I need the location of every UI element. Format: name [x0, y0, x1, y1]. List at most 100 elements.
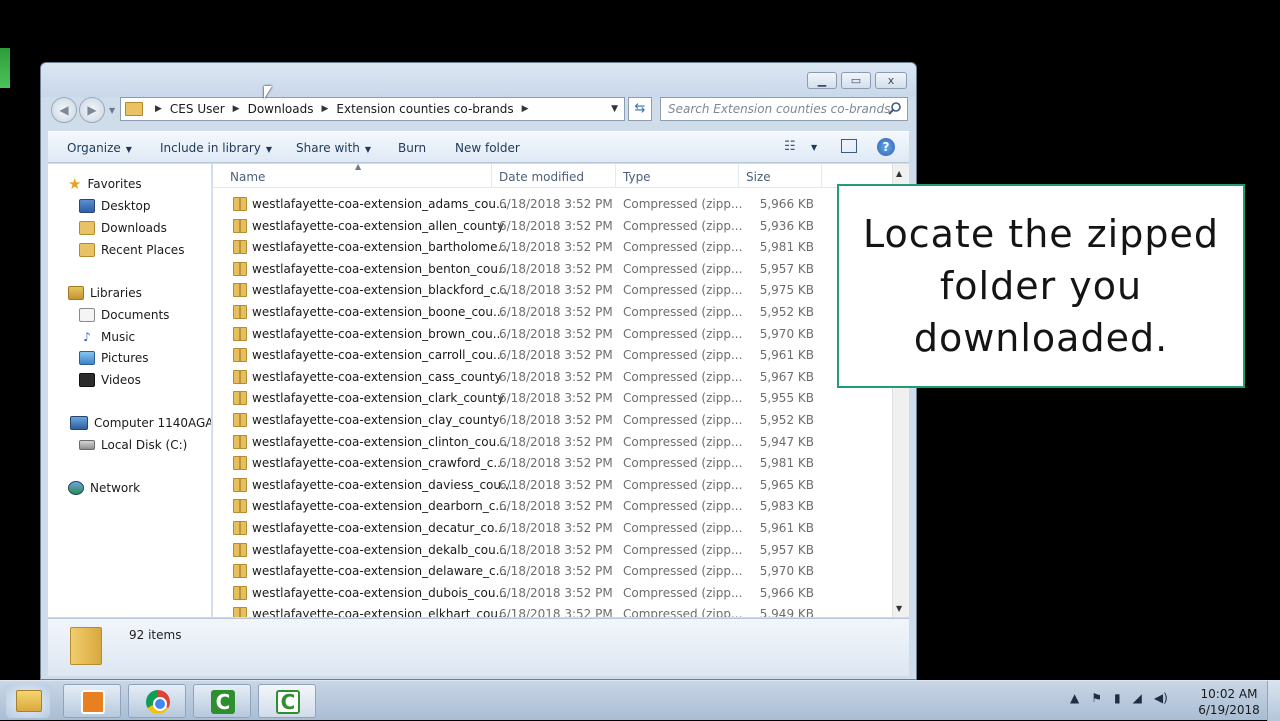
column-divider[interactable]: [615, 164, 616, 188]
column-header-name[interactable]: Name: [230, 170, 265, 184]
zip-folder-icon: [233, 326, 247, 341]
maximize-button[interactable]: ▭: [841, 72, 871, 89]
forward-button[interactable]: ▶: [79, 97, 105, 123]
taskbar-chrome[interactable]: [128, 684, 186, 718]
file-row[interactable]: westlafayette-coa-extension_delaware_c..…: [213, 560, 893, 582]
taskbar-media-player[interactable]: [63, 684, 121, 718]
file-row[interactable]: westlafayette-coa-extension_adams_cou...…: [213, 193, 893, 215]
file-row[interactable]: westlafayette-coa-extension_boone_cou...…: [213, 301, 893, 323]
taskbar-camtasia-recorder[interactable]: C: [258, 684, 316, 718]
volume-icon[interactable]: ◀): [1154, 691, 1168, 705]
address-bar[interactable]: ▶ CES User ▶ Downloads ▶ Extension count…: [120, 97, 625, 121]
file-list: ▲ Name Date modified Type Size westlafay…: [213, 164, 909, 617]
clock[interactable]: 10:02 AM 6/19/2018: [1193, 686, 1265, 718]
file-row[interactable]: westlafayette-coa-extension_clark_county…: [213, 387, 893, 409]
nav-desktop[interactable]: Desktop: [79, 199, 151, 213]
file-name: westlafayette-coa-extension_daviess_cou.…: [252, 477, 513, 492]
close-button[interactable]: x: [875, 72, 907, 89]
column-divider[interactable]: [738, 164, 739, 188]
wifi-signal-icon[interactable]: ◢: [1133, 691, 1142, 705]
share-with-menu[interactable]: Share with ▼: [296, 141, 371, 155]
column-header-type[interactable]: Type: [623, 170, 651, 184]
file-row[interactable]: westlafayette-coa-extension_dubois_cou..…: [213, 582, 893, 604]
breadcrumb-current-folder[interactable]: Extension counties co-brands: [336, 102, 513, 116]
chevron-right-icon[interactable]: ▶: [233, 104, 240, 114]
caret-down-icon: ▼: [125, 145, 132, 154]
file-size: 5,957 KB: [759, 261, 814, 276]
column-divider[interactable]: [491, 164, 492, 188]
file-row[interactable]: westlafayette-coa-extension_carroll_cou.…: [213, 344, 893, 366]
file-date-modified: 6/18/2018 3:52 PM: [499, 218, 613, 233]
nav-downloads[interactable]: Downloads: [79, 221, 167, 235]
file-row[interactable]: westlafayette-coa-extension_clay_county 6…: [213, 409, 893, 431]
nav-favorites[interactable]: ★ Favorites: [68, 177, 142, 192]
nav-documents[interactable]: Documents: [79, 308, 169, 322]
scroll-down-arrow-icon[interactable]: ▼: [896, 604, 902, 613]
nav-local-disk[interactable]: Local Disk (C:): [79, 438, 187, 452]
chevron-right-icon[interactable]: ▶: [322, 104, 329, 114]
file-size: 5,981 KB: [759, 240, 814, 255]
file-row[interactable]: westlafayette-coa-extension_bartholome..…: [213, 236, 893, 258]
taskbar-camtasia-studio[interactable]: C: [193, 684, 251, 718]
file-row[interactable]: westlafayette-coa-extension_benton_cou..…: [213, 258, 893, 280]
file-row[interactable]: westlafayette-coa-extension_blackford_c.…: [213, 279, 893, 301]
address-dropdown-icon[interactable]: ▼: [611, 104, 618, 114]
breadcrumb-downloads[interactable]: Downloads: [248, 102, 314, 116]
minimize-button[interactable]: ▁: [807, 72, 837, 89]
nav-music[interactable]: ♪ Music: [79, 330, 135, 344]
file-size: 5,961 KB: [759, 521, 814, 535]
file-row[interactable]: westlafayette-coa-extension_decatur_co..…: [213, 517, 893, 539]
help-icon[interactable]: ?: [877, 138, 895, 156]
chevron-right-icon[interactable]: ▶: [522, 104, 529, 114]
file-row[interactable]: westlafayette-coa-extension_clinton_cou.…: [213, 431, 893, 453]
show-desktop-button[interactable]: [1267, 681, 1280, 721]
network-icon: [68, 481, 84, 495]
nav-network[interactable]: Network: [68, 481, 140, 495]
file-row[interactable]: westlafayette-coa-extension_daviess_cou.…: [213, 474, 893, 496]
action-center-flag-icon[interactable]: ⚑: [1091, 691, 1102, 705]
refresh-button[interactable]: ⇆: [628, 97, 652, 121]
column-header-row: ▲ Name Date modified Type Size: [213, 164, 893, 188]
file-row[interactable]: westlafayette-coa-extension_dearborn_c..…: [213, 495, 893, 517]
desktop-icon-partial[interactable]: [0, 48, 10, 88]
file-name: westlafayette-coa-extension_adams_cou...: [252, 197, 508, 211]
nav-libraries[interactable]: Libraries: [68, 286, 142, 300]
battery-icon[interactable]: ▮: [1114, 691, 1121, 705]
file-type: Compressed (zipp...: [623, 456, 743, 471]
search-icon[interactable]: [888, 101, 902, 115]
new-folder-button[interactable]: New folder: [455, 141, 520, 155]
file-row[interactable]: westlafayette-coa-extension_brown_cou...…: [213, 323, 893, 345]
column-divider[interactable]: [821, 164, 822, 188]
file-size: 5,966 KB: [759, 585, 814, 600]
preview-pane-icon[interactable]: [841, 139, 857, 153]
column-header-date-modified[interactable]: Date modified: [499, 170, 584, 184]
file-row[interactable]: westlafayette-coa-extension_crawford_c..…: [213, 452, 893, 474]
file-row[interactable]: westlafayette-coa-extension_dekalb_cou..…: [213, 539, 893, 561]
file-date-modified: 6/18/2018 3:52 PM: [499, 564, 613, 579]
scroll-up-arrow-icon[interactable]: ▲: [896, 169, 902, 178]
file-row[interactable]: westlafayette-coa-extension_cass_county 6…: [213, 366, 893, 388]
organize-label: Organize: [67, 141, 121, 155]
title-bar[interactable]: ▁ ▭ x: [41, 63, 916, 97]
nav-pictures[interactable]: Pictures: [79, 351, 149, 365]
recent-pages-dropdown[interactable]: ▼: [109, 106, 115, 115]
column-header-size[interactable]: Size: [746, 170, 771, 184]
burn-button[interactable]: Burn: [398, 141, 426, 155]
change-view-icon[interactable]: ☷: [784, 139, 796, 154]
nav-videos[interactable]: Videos: [79, 373, 141, 387]
show-hidden-icons-icon[interactable]: ▲: [1070, 691, 1079, 705]
start-button[interactable]: [6, 684, 50, 718]
breadcrumb-ces-user[interactable]: CES User: [170, 102, 225, 116]
file-size: 5,947 KB: [759, 434, 814, 449]
back-button[interactable]: ◀: [51, 97, 77, 123]
file-row[interactable]: westlafayette-coa-extension_elkhart_cou.…: [213, 603, 893, 617]
include-in-library-menu[interactable]: Include in library ▼: [160, 141, 272, 155]
view-options-dropdown[interactable]: ▼: [811, 143, 817, 152]
organize-menu[interactable]: Organize ▼: [67, 141, 132, 155]
file-type: Compressed (zipp...: [623, 477, 743, 492]
nav-computer[interactable]: Computer 1140AGAD: [70, 416, 211, 430]
search-input[interactable]: Search Extension counties co-brands: [660, 97, 908, 121]
file-row[interactable]: westlafayette-coa-extension_allen_county…: [213, 215, 893, 237]
chevron-right-icon[interactable]: ▶: [155, 104, 162, 114]
nav-recent-places[interactable]: Recent Places: [79, 243, 184, 257]
